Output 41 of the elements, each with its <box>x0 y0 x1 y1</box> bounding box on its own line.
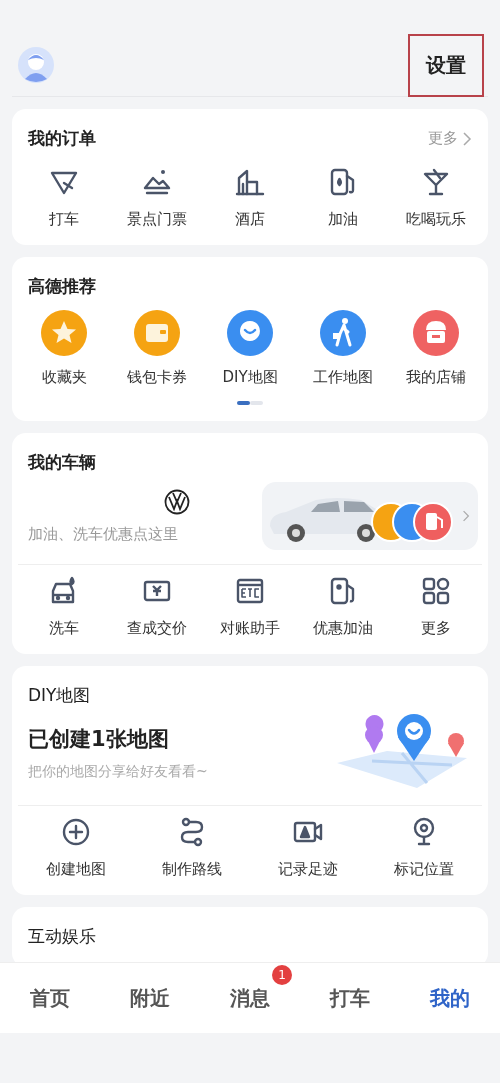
map-action-label[interactable]: 创建地图 <box>46 860 106 879</box>
nav-tab[interactable]: 我的 <box>420 978 480 1018</box>
recommend-item-label[interactable]: 收藏夹 <box>41 368 87 387</box>
vehicle-service-label[interactable]: 查成交价 <box>127 619 188 638</box>
nav-tab[interactable]: 打车 <box>320 978 380 1018</box>
section-title: 我的车辆 <box>28 451 96 474</box>
order-item-label[interactable]: 加油 <box>327 210 358 229</box>
section-title: 高德推荐 <box>28 275 96 298</box>
section-title: 我的订单 <box>28 127 96 150</box>
order-item-label[interactable]: 景点门票 <box>127 210 188 229</box>
map-count-headline: 已创建1张地图 <box>28 726 170 753</box>
nav-tab[interactable]: 附近 <box>120 978 180 1018</box>
settings-button[interactable]: 设置 <box>408 33 484 97</box>
map-action-label[interactable]: 标记位置 <box>394 860 454 879</box>
vehicle-service-label[interactable]: 更多 <box>420 619 451 638</box>
recommend-item-label[interactable]: 我的店铺 <box>405 368 466 387</box>
chevron-right-icon <box>462 509 470 523</box>
map-pin-icon[interactable] <box>227 310 273 356</box>
map-action-label[interactable]: 记录足迹 <box>278 860 338 879</box>
share-hint: 把你的地图分享给好友看看~ <box>28 763 208 781</box>
shop-icon[interactable] <box>412 310 459 356</box>
section-title: 互动娱乐 <box>28 925 96 948</box>
brand-logo-icon <box>164 488 190 515</box>
recommend-item-label[interactable]: 工作地图 <box>312 368 373 387</box>
vehicle-banner[interactable] <box>262 482 478 550</box>
order-item-label[interactable]: 酒店 <box>235 210 265 229</box>
vehicle-service-label[interactable]: 对账助手 <box>220 619 280 638</box>
avatar-icon[interactable] <box>18 47 54 83</box>
section-title: DIY地图 <box>28 684 91 707</box>
vehicle-service-label[interactable]: 洗车 <box>49 619 80 638</box>
walking-person-icon[interactable] <box>319 310 366 356</box>
chevron-right-icon <box>462 131 472 146</box>
map-action-label[interactable]: 制作路线 <box>162 860 222 879</box>
recommend-item-label[interactable]: DIY地图 <box>222 368 278 387</box>
recommend-item-label[interactable]: 钱包卡券 <box>127 368 188 387</box>
order-item-label[interactable]: 吃喝玩乐 <box>405 210 466 229</box>
nav-tab[interactable]: 首页 <box>20 978 80 1018</box>
add-icon[interactable] <box>60 816 92 848</box>
unread-badge: 1 <box>272 964 292 985</box>
order-item-label[interactable]: 打车 <box>49 210 80 229</box>
vehicle-service-label[interactable]: 优惠加油 <box>312 619 373 638</box>
